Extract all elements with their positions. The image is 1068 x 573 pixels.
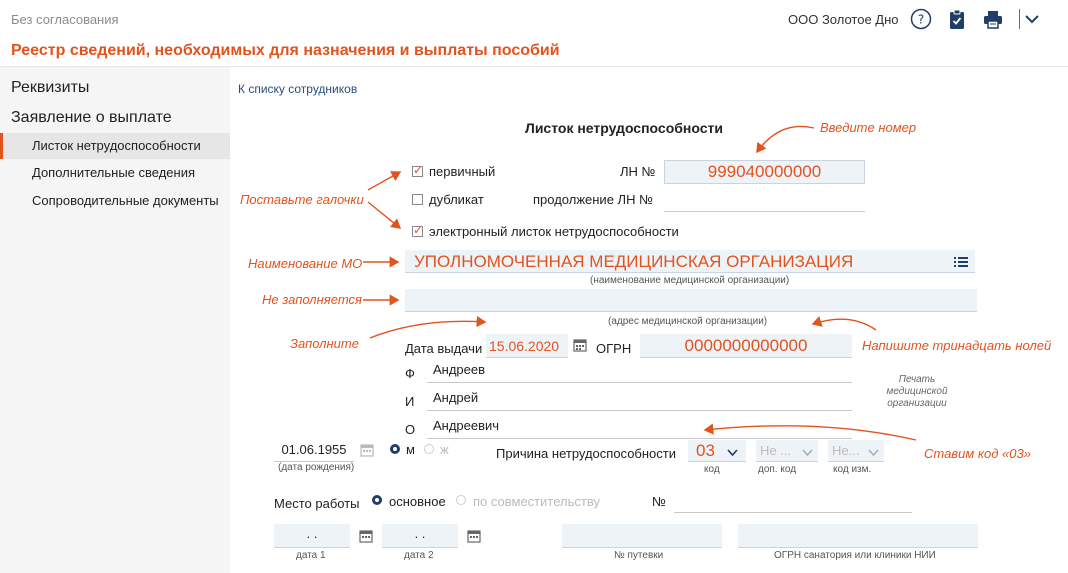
arrow-fill-date xyxy=(369,315,487,339)
annotation-not-filled: Не заполняется xyxy=(262,292,362,307)
annotation-mo-name: Наименование МО xyxy=(248,256,363,271)
arrow-check-primary xyxy=(367,171,402,191)
arrow-code-03 xyxy=(703,423,917,441)
arrow-thirteen-zeros xyxy=(811,316,877,331)
annotation-thirteen-zeros: Напишите тринадцать нолей xyxy=(862,338,1052,353)
annotation-enter-number: Введите номер xyxy=(820,120,917,135)
arrow-enter-number xyxy=(756,125,815,154)
annotation-fill: Заполните xyxy=(290,336,359,351)
arrow-check-electronic xyxy=(367,201,402,229)
annotation-code-03: Ставим код «03» xyxy=(924,446,1031,461)
annotation-arrows xyxy=(363,125,917,441)
annotation-set-checks: Поставьте галочки xyxy=(240,192,364,207)
